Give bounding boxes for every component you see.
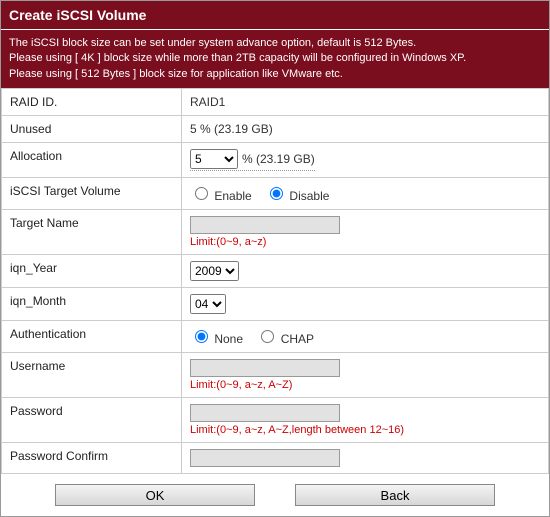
hint-password: Limit:(0~9, a~z, A~Z,length between 12~1…: [190, 424, 540, 436]
auth-none-radio[interactable]: [195, 330, 208, 343]
auth-none-text: None: [214, 332, 243, 346]
target-volume-enable[interactable]: Enable: [190, 189, 255, 203]
target-volume-disable-text: Disable: [289, 189, 329, 203]
password-confirm-input[interactable]: [190, 449, 340, 467]
label-password-confirm: Password Confirm: [2, 443, 182, 474]
auth-none[interactable]: None: [190, 332, 246, 346]
auth-chap-radio[interactable]: [261, 330, 274, 343]
allocation-select[interactable]: 5: [190, 149, 238, 169]
hint-username: Limit:(0~9, a~z, A~Z): [190, 379, 540, 391]
label-target-name: Target Name: [2, 210, 182, 255]
label-unused: Unused: [2, 116, 182, 143]
password-input[interactable]: [190, 404, 340, 422]
label-allocation: Allocation: [2, 143, 182, 178]
target-volume-enable-text: Enable: [214, 189, 251, 203]
info-line-1: The iSCSI block size can be set under sy…: [9, 37, 416, 49]
target-volume-disable[interactable]: Disable: [265, 189, 329, 203]
form-table: RAID ID. RAID1 Unused 5 % (23.19 GB) All…: [1, 88, 549, 474]
allocation-suffix: % (23.19 GB): [242, 152, 315, 166]
target-volume-enable-radio[interactable]: [195, 187, 208, 200]
label-target-volume: iSCSI Target Volume: [2, 178, 182, 210]
button-row: OK Back: [1, 474, 549, 516]
label-iqn-month: iqn_Month: [2, 288, 182, 321]
hint-target-name: Limit:(0~9, a~z): [190, 236, 540, 248]
auth-chap[interactable]: CHAP: [256, 332, 314, 346]
iscsi-create-panel: Create iSCSI Volume The iSCSI block size…: [0, 0, 550, 517]
username-input[interactable]: [190, 359, 340, 377]
iqn-month-select[interactable]: 04: [190, 294, 226, 314]
target-volume-disable-radio[interactable]: [270, 187, 283, 200]
label-iqn-year: iqn_Year: [2, 255, 182, 288]
target-name-input[interactable]: [190, 216, 340, 234]
value-raid-id: RAID1: [182, 89, 549, 116]
panel-title: Create iSCSI Volume: [1, 1, 549, 29]
iqn-year-select[interactable]: 2009: [190, 261, 239, 281]
label-authentication: Authentication: [2, 321, 182, 353]
label-password: Password: [2, 398, 182, 443]
value-unused: 5 % (23.19 GB): [182, 116, 549, 143]
label-raid-id: RAID ID.: [2, 89, 182, 116]
auth-chap-text: CHAP: [281, 332, 314, 346]
label-username: Username: [2, 353, 182, 398]
info-line-2: Please using [ 4K ] block size while mor…: [9, 52, 466, 64]
info-line-3: Please using [ 512 Bytes ] block size fo…: [9, 68, 343, 80]
info-banner: The iSCSI block size can be set under sy…: [1, 29, 549, 88]
